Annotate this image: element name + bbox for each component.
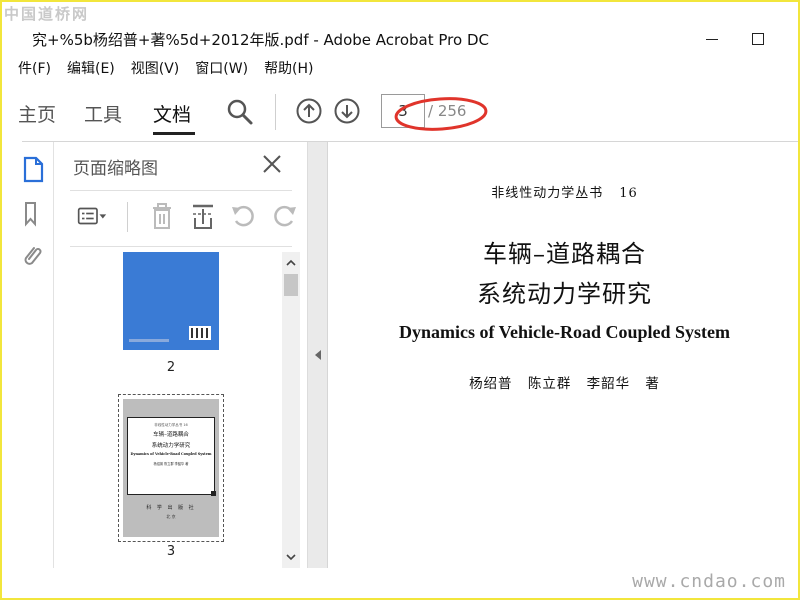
mini-city: 北 京 bbox=[166, 514, 176, 519]
attachment-icon[interactable] bbox=[22, 242, 48, 270]
thumbnails-panel: 页面缩略图 2 非线性动力学丛书 16 车辆–道路耦合 系统动力学研究 Dyna… bbox=[55, 142, 308, 568]
chevron-down-icon[interactable] bbox=[285, 552, 297, 562]
book-title-line-2: 系统动力学研究 bbox=[477, 280, 652, 308]
extract-page-icon[interactable] bbox=[189, 202, 219, 230]
mini-title-2: 系统动力学研究 bbox=[151, 443, 191, 449]
thumbnail-label: 3 bbox=[166, 544, 176, 559]
thumbnail-options-icon[interactable] bbox=[77, 202, 107, 230]
thumbnail-scrollbar[interactable] bbox=[282, 252, 300, 568]
mini-english-title: Dynamics of Vehicle-Road Coupled System bbox=[130, 452, 212, 456]
active-tab-indicator bbox=[153, 132, 195, 135]
maximize-icon bbox=[752, 33, 764, 45]
scrollbar-thumb[interactable] bbox=[284, 274, 298, 296]
book-title-line-1: 车辆–道路耦合 bbox=[483, 240, 646, 268]
visible-area-box[interactable]: 非线性动力学丛书 16 车辆–道路耦合 系统动力学研究 Dynamics of … bbox=[127, 417, 216, 496]
chevron-up-icon[interactable] bbox=[285, 258, 297, 268]
page-number-input[interactable]: 3 bbox=[381, 94, 425, 128]
menu-bar: 件(F) 编辑(E) 视图(V) 窗口(W) 帮助(H) bbox=[18, 58, 330, 80]
cover-text-line bbox=[129, 339, 169, 342]
menu-help[interactable]: 帮助(H) bbox=[264, 58, 313, 80]
bookmark-icon[interactable] bbox=[22, 200, 48, 228]
resize-handle[interactable] bbox=[211, 491, 216, 496]
book-english-title: Dynamics of Vehicle-Road Coupled System bbox=[398, 322, 730, 342]
tab-home[interactable]: 主页 bbox=[18, 100, 56, 127]
watermark-top: 中国道桥网 bbox=[4, 5, 90, 23]
window-title: 究+%5b杨绍普+著%5d+2012年版.pdf - Adobe Acrobat… bbox=[32, 30, 489, 49]
thumbnail-label: 2 bbox=[166, 360, 176, 375]
collapse-panel-icon[interactable] bbox=[313, 348, 323, 362]
page-thumbnail-2[interactable] bbox=[123, 252, 219, 350]
book-series: 非线性动力学丛书 16 bbox=[329, 182, 800, 201]
maximize-button[interactable] bbox=[738, 24, 778, 54]
watermark-bottom: www.cndao.com bbox=[632, 571, 786, 592]
toolbar-separator bbox=[275, 94, 276, 130]
menu-file[interactable]: 件(F) bbox=[18, 58, 51, 80]
book-authors: 杨绍普 陈立群 李韶华 著 bbox=[469, 376, 660, 392]
main-toolbar: 主页 工具 文档 3 / 256 bbox=[18, 82, 800, 142]
rotate-left-icon[interactable] bbox=[229, 202, 259, 230]
page-total: / 256 bbox=[428, 102, 467, 120]
page-thumbnails-icon[interactable] bbox=[22, 156, 48, 184]
search-icon[interactable] bbox=[226, 98, 254, 126]
arrow-up-circle-icon[interactable] bbox=[296, 98, 322, 124]
left-nav-strip bbox=[22, 142, 54, 568]
delete-page-icon[interactable] bbox=[147, 202, 177, 230]
minimize-icon bbox=[706, 38, 718, 40]
menu-window[interactable]: 窗口(W) bbox=[195, 58, 248, 80]
panel-splitter[interactable] bbox=[308, 142, 328, 568]
document-view[interactable]: 非线性动力学丛书 16 车辆–道路耦合 系统动力学研究 Dynamics of V… bbox=[329, 142, 800, 568]
minimize-button[interactable] bbox=[692, 24, 732, 54]
rotate-right-icon[interactable] bbox=[269, 202, 299, 230]
mini-authors: 杨绍普 陈立群 李韶华 著 bbox=[153, 462, 189, 466]
panel-title: 页面缩略图 bbox=[73, 159, 158, 179]
close-icon[interactable] bbox=[260, 152, 284, 176]
series-name: 非线性动力学丛书 bbox=[491, 186, 604, 201]
tab-tools[interactable]: 工具 bbox=[84, 100, 122, 127]
toolbar-separator bbox=[127, 202, 128, 232]
page-thumbnail-3[interactable]: 非线性动力学丛书 16 车辆–道路耦合 系统动力学研究 Dynamics of … bbox=[118, 394, 224, 542]
menu-edit[interactable]: 编辑(E) bbox=[67, 58, 115, 80]
panel-divider bbox=[70, 190, 292, 191]
barcode-image bbox=[189, 326, 211, 340]
series-number: 16 bbox=[619, 186, 638, 201]
mini-series: 非线性动力学丛书 16 bbox=[154, 423, 188, 427]
tab-document[interactable]: 文档 bbox=[153, 100, 191, 127]
arrow-down-circle-icon[interactable] bbox=[334, 98, 360, 124]
mini-publisher: 科 学 出 版 社 bbox=[146, 505, 196, 511]
page-thumbnail-image: 非线性动力学丛书 16 车辆–道路耦合 系统动力学研究 Dynamics of … bbox=[123, 399, 219, 537]
panel-divider bbox=[70, 246, 292, 247]
thumbnail-list: 2 非线性动力学丛书 16 车辆–道路耦合 系统动力学研究 Dynamics o… bbox=[55, 252, 280, 568]
menu-view[interactable]: 视图(V) bbox=[131, 58, 180, 80]
title-bar: 究+%5b杨绍普+著%5d+2012年版.pdf - Adobe Acrobat… bbox=[22, 24, 800, 54]
thumbnail-toolbar bbox=[75, 200, 297, 234]
mini-title-1: 车辆–道路耦合 bbox=[153, 432, 189, 438]
